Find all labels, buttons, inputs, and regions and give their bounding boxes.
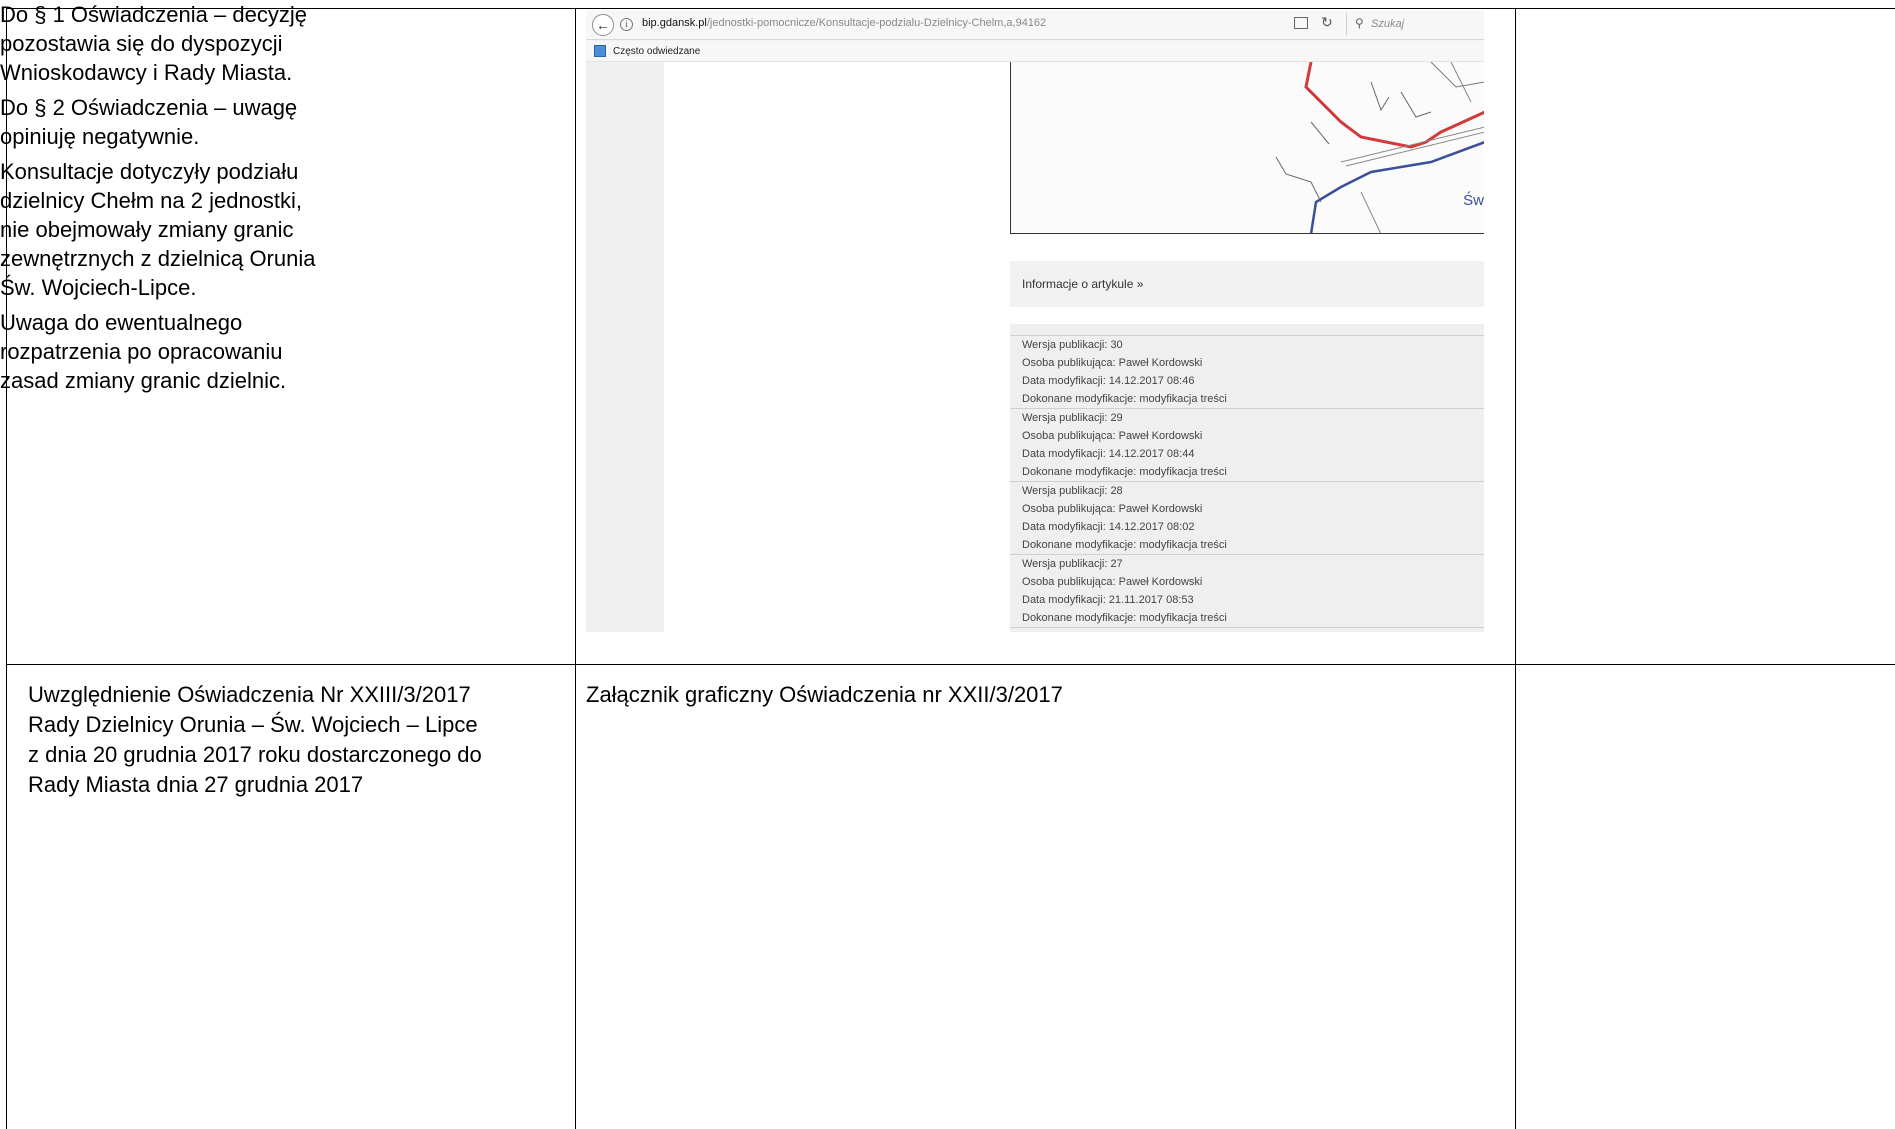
version-change: Dokonane modyfikacje: modyfikacja treści bbox=[1022, 466, 1227, 478]
version-number: Wersja publikacji: 27 bbox=[1022, 558, 1123, 570]
web-page: Św Informacje o artykule » Wersja publik… bbox=[586, 62, 1484, 632]
version-entry: Wersja publikacji: 29 Osoba publikująca:… bbox=[1010, 409, 1484, 482]
table-row-divider bbox=[6, 664, 1895, 665]
arrow-left-icon[interactable]: ← bbox=[592, 14, 614, 36]
version-number: Wersja publikacji: 29 bbox=[1022, 412, 1123, 424]
url-host: bip.gdansk.pl bbox=[642, 17, 707, 29]
statement-line: Rady Dzielnicy Orunia – Św. Wojciech – L… bbox=[28, 712, 478, 737]
version-date: Data modyfikacji: 14.12.2017 08:46 bbox=[1022, 375, 1195, 387]
table-border-col2 bbox=[575, 8, 576, 1129]
bookmark-folder-icon bbox=[594, 45, 606, 57]
version-date: Data modyfikacji: 14.12.2017 08:44 bbox=[1022, 448, 1195, 460]
version-author: Osoba publikująca: Paweł Kordowski bbox=[1022, 357, 1203, 369]
reader-view-icon[interactable] bbox=[1294, 17, 1308, 29]
statement-line: Uwzględnienie Oświadczenia Nr XXIII/3/20… bbox=[28, 682, 471, 707]
page-left-strip bbox=[586, 62, 664, 632]
table-border-col3 bbox=[1515, 8, 1516, 1129]
statement-line: Rady Miasta dnia 27 grudnia 2017 bbox=[28, 772, 364, 797]
version-history-header bbox=[1010, 324, 1484, 336]
map-place-label: Św bbox=[1463, 192, 1484, 209]
embedded-screenshot: ← i bip.gdansk.pl/jednostki-pomocnicze/K… bbox=[586, 10, 1484, 632]
version-number: Wersja publikacji: 30 bbox=[1022, 339, 1123, 351]
cell-graphic-attachment: Załącznik graficzny Oświadczenia nr XXII… bbox=[586, 680, 1456, 710]
search-icon: ⚲ bbox=[1355, 16, 1364, 30]
url-path: /jednostki-pomocnicze/Konsultacje-podzia… bbox=[706, 17, 1047, 29]
version-entry: Wersja publikacji: 30 Osoba publikująca:… bbox=[1010, 336, 1484, 409]
search-input[interactable]: ⚲ Szukaj bbox=[1346, 13, 1484, 35]
version-entry: Wersja publikacji: 28 Osoba publikująca:… bbox=[1010, 482, 1484, 555]
info-icon[interactable]: i bbox=[620, 18, 633, 31]
version-number: Wersja publikacji: 28 bbox=[1022, 485, 1123, 497]
address-bar: ← i bip.gdansk.pl/jednostki-pomocnicze/K… bbox=[586, 10, 1484, 40]
map-image: Św bbox=[1010, 62, 1484, 234]
table-border-top bbox=[6, 8, 1895, 9]
version-entry-partial bbox=[1010, 628, 1484, 632]
version-date: Data modyfikacji: 14.12.2017 08:02 bbox=[1022, 521, 1195, 533]
table-border-left bbox=[6, 8, 7, 1129]
version-change: Dokonane modyfikacje: modyfikacja treści bbox=[1022, 612, 1227, 624]
version-history: Wersja publikacji: 30 Osoba publikująca:… bbox=[1010, 324, 1484, 632]
url-text[interactable]: bip.gdansk.pl/jednostki-pomocnicze/Konsu… bbox=[642, 17, 1046, 29]
attachment-title: Załącznik graficzny Oświadczenia nr XXII… bbox=[586, 682, 1063, 707]
version-author: Osoba publikująca: Paweł Kordowski bbox=[1022, 576, 1203, 588]
version-entry: Wersja publikacji: 27 Osoba publikująca:… bbox=[1010, 555, 1484, 628]
bookmarks-bar: Często odwiedzane bbox=[586, 41, 1484, 62]
statement-line: z dnia 20 grudnia 2017 roku dostarczoneg… bbox=[28, 742, 482, 767]
version-change: Dokonane modyfikacje: modyfikacja treści bbox=[1022, 393, 1227, 405]
reload-icon[interactable]: ↻ bbox=[1321, 14, 1333, 31]
article-info-bar: Informacje o artykule » bbox=[1010, 261, 1484, 307]
cell-statement-reference: Uwzględnienie Oświadczenia Nr XXIII/3/20… bbox=[28, 680, 558, 800]
search-placeholder: Szukaj bbox=[1371, 18, 1405, 30]
version-author: Osoba publikująca: Paweł Kordowski bbox=[1022, 430, 1203, 442]
version-change: Dokonane modyfikacje: modyfikacja treści bbox=[1022, 539, 1227, 551]
bookmark-item[interactable]: Często odwiedzane bbox=[613, 46, 700, 57]
version-date: Data modyfikacji: 21.11.2017 08:53 bbox=[1022, 594, 1194, 606]
version-author: Osoba publikująca: Paweł Kordowski bbox=[1022, 503, 1203, 515]
article-info-link[interactable]: Informacje o artykule » bbox=[1022, 277, 1143, 291]
